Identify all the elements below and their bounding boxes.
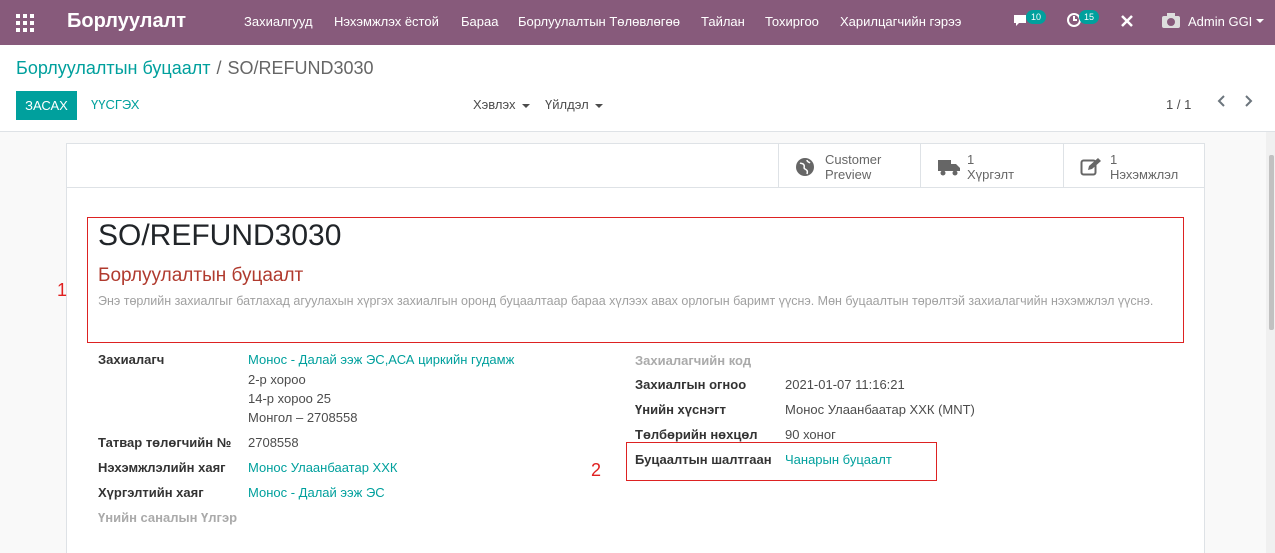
annotation-marker-2: 2	[591, 460, 602, 480]
menu-reports[interactable]: Тайлан	[701, 14, 745, 29]
delivery-address-label: Хүргэлтийн хаяг	[98, 485, 204, 500]
pager-next-icon[interactable]	[1244, 94, 1254, 113]
customer-preview-line1: Customer	[825, 152, 882, 167]
customer-preview-button[interactable]: Customer Preview	[778, 144, 921, 187]
top-navbar: Борлуулалт Захиалгууд Нэхэмжлэх ёстой Ба…	[0, 0, 1275, 45]
scrollbar-thumb[interactable]	[1269, 155, 1274, 330]
menu-sales-plan[interactable]: Борлуулалтын Төлөвлөгөө	[518, 14, 680, 29]
breadcrumb-separator: /	[216, 58, 222, 78]
delivery-count: 1	[967, 152, 975, 167]
delivery-button[interactable]: 1 Хүргэлт	[920, 144, 1063, 187]
document-name: SO/REFUND3030	[98, 219, 342, 252]
tax-id-label: Татвар төлөгчийн №	[98, 435, 232, 450]
user-menu[interactable]: Admin GGI	[1188, 14, 1252, 29]
customer-label: Захиалагч	[98, 352, 165, 367]
activities-count-badge: 15	[1079, 10, 1099, 24]
apps-icon[interactable]	[16, 14, 34, 32]
invoice-button[interactable]: 1 Нэхэмжлэл	[1063, 144, 1206, 187]
customer-address-line: 14-р хороо 25	[248, 391, 331, 406]
return-reason-label: Буцаалтын шалтгаан	[635, 452, 772, 467]
pricelist-value: Монос Улаанбаатар ХХК (MNT)	[785, 402, 975, 417]
menu-orders[interactable]: Захиалгууд	[244, 14, 313, 29]
pager-value[interactable]: 1 / 1	[1166, 97, 1191, 112]
pricelist-label: Үнийн хүснэгт	[635, 402, 727, 417]
payment-terms-value: 90 хоног	[785, 427, 836, 442]
pager-prev-icon[interactable]	[1216, 94, 1226, 113]
invoice-icon	[1080, 157, 1102, 176]
customer-code-label: Захиалагчийн код	[635, 353, 752, 368]
delivery-label: Хүргэлт	[967, 167, 1015, 182]
invoice-label: Нэхэмжлэл	[1110, 167, 1179, 182]
control-panel: Борлуулалтын буцаалт / SO/REFUND3030 ЗАСАХ…	[0, 45, 1275, 132]
form-sheet: Customer Preview 1 Хүргэлт 1 Нэхэмжлэл	[66, 143, 1205, 553]
app-brand[interactable]: Борлуулалт	[67, 10, 186, 33]
menu-contracts[interactable]: Харилцагчийн гэрээ	[840, 14, 961, 29]
delivery-address-field[interactable]: Монос - Далай ээж ЭС	[248, 485, 385, 500]
invoice-address-label: Нэхэмжлэлийн хаяг	[98, 460, 226, 475]
document-type-description: Энэ төрлийн захиалгыг батлахад агуулахын…	[98, 294, 1154, 308]
smart-button-box: Customer Preview 1 Хүргэлт 1 Нэхэмжлэл	[67, 144, 1204, 188]
customer-address-line: Монгол – 2708558	[248, 410, 358, 425]
action-label: Үйлдэл	[545, 97, 589, 112]
menu-products[interactable]: Бараа	[461, 14, 498, 29]
breadcrumb-current: SO/REFUND3030	[227, 58, 374, 78]
invoice-count: 1	[1110, 152, 1118, 167]
document-type: Борлуулалтын буцаалт	[98, 265, 304, 286]
customer-address-line: 2-р хороо	[248, 372, 306, 387]
quotation-template-label: Үнийн саналын Үлгэр	[98, 510, 238, 525]
menu-to-invoice[interactable]: Нэхэмжлэх ёстой	[334, 14, 439, 29]
truck-icon	[937, 157, 960, 176]
order-date-value: 2021-01-07 11:16:21	[785, 377, 905, 392]
annotation-marker-1: 1	[57, 280, 68, 300]
action-dropdown[interactable]: Үйлдэл	[545, 97, 603, 112]
return-reason-field[interactable]: Чанарын буцаалт	[785, 452, 892, 467]
print-label: Хэвлэх	[473, 97, 516, 112]
print-dropdown[interactable]: Хэвлэх	[473, 97, 530, 112]
order-date-label: Захиалгын огноо	[635, 377, 747, 392]
invoice-address-field[interactable]: Монос Улаанбаатар ХХК	[248, 460, 397, 475]
breadcrumb-parent[interactable]: Борлуулалтын буцаалт	[16, 58, 210, 78]
chevron-down-icon	[1256, 19, 1264, 23]
globe-icon	[795, 157, 817, 176]
breadcrumb: Борлуулалтын буцаалт / SO/REFUND3030	[16, 58, 374, 79]
messages-count-badge: 10	[1026, 10, 1046, 24]
create-button[interactable]: ҮҮСГЭХ	[91, 97, 139, 112]
customer-field[interactable]: Монос - Далай ээж ЭС,АСА циркийн гудамж	[248, 352, 514, 367]
payment-terms-label: Төлбөрийн нөхцөл	[635, 427, 758, 442]
menu-settings[interactable]: Тохиргоо	[765, 14, 819, 29]
chevron-down-icon	[521, 103, 530, 108]
customer-preview-line2: Preview	[825, 167, 872, 182]
tools-icon[interactable]	[1120, 14, 1134, 31]
edit-button[interactable]: ЗАСАХ	[16, 91, 77, 120]
tax-id-value: 2708558	[248, 435, 299, 450]
camera-icon[interactable]	[1161, 12, 1181, 33]
chevron-down-icon	[594, 103, 603, 108]
